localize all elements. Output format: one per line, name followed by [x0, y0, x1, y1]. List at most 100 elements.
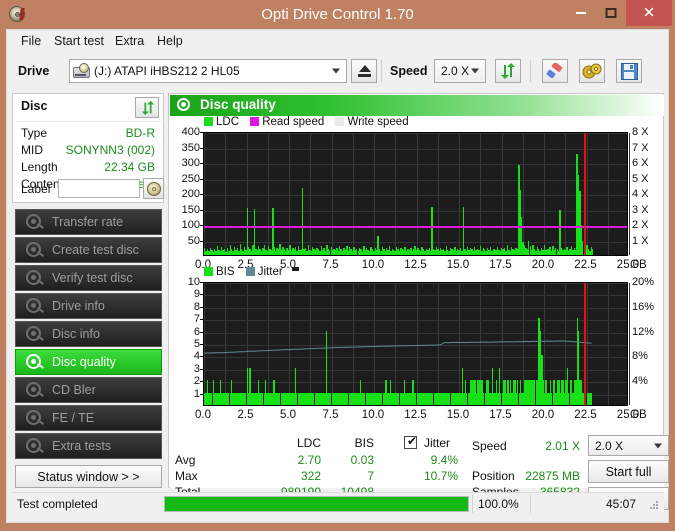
- drive-icon: [73, 63, 90, 80]
- disc-info-button[interactable]: [579, 59, 605, 83]
- sidebar-item-cd-bler[interactable]: CD Bler: [15, 377, 162, 403]
- disc-mid-label: MID: [21, 143, 43, 157]
- stats-position-value: 22875 MB: [525, 469, 580, 483]
- disc-refresh-button[interactable]: [135, 97, 159, 118]
- y-tick-mark: [200, 294, 203, 296]
- data-bar: [592, 249, 594, 255]
- bis-plot-area[interactable]: [203, 282, 630, 406]
- y-tick-label: 50: [187, 234, 200, 247]
- y-tick-label: 6: [193, 325, 200, 338]
- y2-tick-label: 3 X: [632, 203, 649, 216]
- gridline-vertical: [629, 283, 630, 405]
- x-tick-label: 15.0: [446, 409, 470, 421]
- sidebar-item-transfer-rate[interactable]: Transfer rate: [15, 209, 162, 235]
- bis-jitter-chart: BIS Jitter 1 2 3 4 5 6 7 8 9 10 4% 8% 12% 16% 20% 0.0 2.…: [169, 266, 663, 436]
- disc-info-panel: Disc Type BD-R MID SONYNN3 (002) Length …: [12, 93, 164, 203]
- gold-disc-icon: [582, 63, 602, 79]
- gridline-horizontal: [204, 148, 627, 150]
- progress-percent: 100.0%: [478, 497, 519, 511]
- speed-select[interactable]: 2.0 X: [434, 59, 486, 83]
- stats-row-avg-label: Avg: [175, 453, 196, 467]
- gridline-vertical: [289, 133, 290, 255]
- disc-scan-icon: [26, 410, 44, 427]
- gridline-vertical: [459, 133, 460, 255]
- y-tick-mark: [200, 178, 203, 180]
- sidebar-item-create-test-disc[interactable]: Create test disc: [15, 237, 162, 263]
- y-tick-mark: [200, 147, 203, 149]
- y2-tick-label: 4%: [632, 375, 648, 388]
- sidebar-item-disc-quality[interactable]: Disc quality: [15, 349, 162, 375]
- y-tick-mark: [200, 331, 203, 333]
- y-tick-mark: [200, 240, 203, 242]
- menu-bar: File Start test Extra Help: [7, 30, 668, 52]
- sidebar-item-label: FE / TE: [52, 411, 95, 425]
- y-tick-label: 2: [193, 375, 200, 388]
- menu-file[interactable]: File: [16, 33, 46, 50]
- stats-header-bis: BIS: [354, 436, 374, 450]
- x-tick-label: 12.5: [404, 409, 427, 421]
- panel-header: Disc quality: [170, 95, 664, 116]
- x-tick-label: 7.5: [322, 409, 339, 421]
- gridline-vertical: [331, 133, 333, 255]
- disc-label-input[interactable]: [58, 179, 140, 198]
- sidebar-item-extra-tests[interactable]: Extra tests: [15, 433, 162, 459]
- disc-scan-icon: [26, 438, 44, 455]
- chevron-down-icon: [332, 68, 340, 74]
- y-tick-label: 300: [181, 157, 200, 169]
- y-tick-label: 350: [181, 141, 200, 154]
- y-tick-label: 8: [193, 300, 200, 313]
- close-button[interactable]: ✕: [626, 0, 672, 26]
- x-tick-label: 20.0: [531, 409, 555, 421]
- x-tick-label: 22.5: [574, 409, 597, 421]
- y-tick-label: 10: [187, 276, 200, 288]
- sidebar-item-verify-test-disc[interactable]: Verify test disc: [15, 265, 162, 291]
- sidebar-item-label: CD Bler: [52, 383, 96, 397]
- sidebar-item-drive-info[interactable]: Drive info: [15, 293, 162, 319]
- sidebar-item-disc-info[interactable]: Disc info: [15, 321, 162, 347]
- menu-extra[interactable]: Extra: [110, 33, 149, 50]
- sidebar-item-label: Disc quality: [52, 355, 116, 369]
- save-button[interactable]: [616, 59, 642, 83]
- erase-button[interactable]: [542, 59, 568, 83]
- y2-tick-label: 16%: [632, 300, 655, 313]
- disc-scan-icon: [26, 382, 44, 399]
- read-label-button[interactable]: [143, 178, 164, 199]
- minimize-button[interactable]: [566, 0, 596, 26]
- y-tick-label: 7: [193, 313, 200, 326]
- disc-scan-icon: [26, 270, 44, 287]
- y2-tick-label: 8%: [632, 350, 648, 363]
- stats-speed-label: Speed: [472, 439, 507, 453]
- y-tick-label: 5: [193, 338, 200, 350]
- sidebar-item-fe-te[interactable]: FE / TE: [15, 405, 162, 431]
- menu-start-test[interactable]: Start test: [49, 33, 109, 50]
- floppy-save-icon: [621, 63, 638, 80]
- panel-title: Disc quality: [200, 97, 276, 112]
- disc-label-label: Label: [21, 182, 51, 196]
- legend-swatch-read-speed: [250, 117, 260, 126]
- eject-button[interactable]: [351, 59, 377, 83]
- gridline-vertical: [437, 133, 439, 255]
- start-full-button[interactable]: Start full: [588, 460, 669, 483]
- maximize-button[interactable]: [596, 0, 626, 26]
- test-speed-select[interactable]: 2.0 X: [588, 435, 669, 456]
- title-bar: Opti Drive Control 1.70 ✕: [0, 0, 675, 29]
- refresh-button[interactable]: [495, 59, 521, 83]
- gridline-vertical: [607, 133, 609, 255]
- jitter-checkbox[interactable]: ✔: [404, 435, 417, 449]
- resize-grip[interactable]: [650, 501, 660, 511]
- disc-scan-icon: [26, 354, 44, 371]
- chevron-down-icon: [471, 68, 479, 74]
- drive-select[interactable]: (J:) ATAPI iHBS212 2 HL05: [69, 59, 347, 83]
- menu-help[interactable]: Help: [152, 33, 188, 50]
- refresh-icon: [501, 63, 515, 79]
- y-tick-label: 9: [193, 288, 200, 301]
- gridline-vertical: [225, 133, 227, 255]
- disc-scan-icon: [26, 326, 44, 343]
- y-tick-label: 3: [193, 362, 200, 375]
- ldc-plot-area[interactable]: [203, 132, 630, 256]
- legend-swatch-extra: [291, 267, 299, 271]
- divider: [17, 121, 161, 122]
- y-tick-label: 4: [193, 350, 200, 363]
- status-window-button[interactable]: Status window > >: [15, 465, 162, 488]
- gridline-horizontal: [204, 210, 627, 212]
